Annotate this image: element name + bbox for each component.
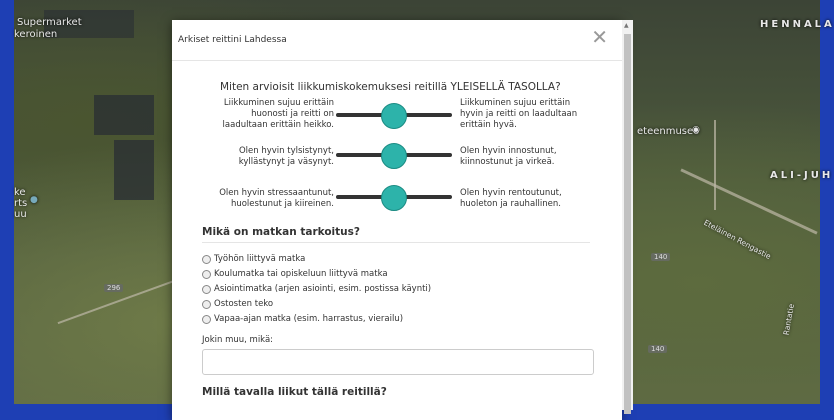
question-mode: Millä tavalla liikut tällä reitillä?	[202, 386, 387, 398]
radio-option[interactable]: Työhön liittyvä matka	[202, 254, 305, 264]
slider-left-label: Olen hyvin tylsistynyt, kyllästynyt ja v…	[238, 146, 334, 167]
question-general-level: Miten arvioisit liikkumiskokemuksesi rei…	[220, 81, 561, 93]
map-label: keroinen	[14, 29, 58, 40]
radio-label: Vapaa-ajan matka (esim. harrastus, viera…	[214, 314, 404, 324]
radio-icon[interactable]	[202, 269, 211, 279]
museum-icon[interactable]: ◉	[692, 125, 700, 135]
building	[94, 95, 154, 135]
map-label: ALI-JUH	[770, 170, 834, 181]
slider-thumb-mood[interactable]	[381, 143, 407, 169]
map-label: rts	[14, 198, 28, 209]
dialog-title: Arkiset reittini Lahdessa	[178, 35, 287, 45]
slider-row-stress: Olen hyvin stressaantunut, huolestunut j…	[210, 185, 590, 228]
other-label: Jokin muu, mikä:	[202, 335, 274, 345]
place-icon[interactable]: ●	[30, 195, 38, 205]
radio-option[interactable]: Koulumatka tai opiskeluun liittyvä matka	[202, 269, 388, 279]
scroll-up-icon[interactable]: ▲	[624, 22, 629, 29]
other-input[interactable]	[202, 349, 594, 375]
dialog-header: Arkiset reittini Lahdessa ✕	[172, 20, 622, 61]
radio-label: Asiointimatka (arjen asiointi, esim. pos…	[214, 284, 432, 294]
slider-left-label: Liikkuminen sujuu erittäin huonosti ja r…	[222, 98, 334, 130]
slider-thumb-quality[interactable]	[381, 103, 407, 129]
radio-option[interactable]: Vapaa-ajan matka (esim. harrastus, viera…	[202, 314, 403, 324]
slider-row-mood: Olen hyvin tylsistynyt, kyllästynyt ja v…	[210, 143, 590, 186]
divider	[202, 242, 590, 243]
road	[714, 120, 716, 210]
question-purpose: Mikä on matkan tarkoitus?	[202, 226, 360, 238]
slider-thumb-stress[interactable]	[381, 185, 407, 211]
radio-label: Ostosten teko	[214, 299, 274, 309]
map-label: Supermarket	[17, 17, 82, 28]
building	[114, 140, 154, 200]
slider-right-label: Olen hyvin rentoutunut, huoleton ja rauh…	[460, 188, 562, 209]
radio-option[interactable]: Ostosten teko	[202, 299, 273, 309]
map-label: eteenmuseo	[637, 126, 700, 137]
slider-left-label: Olen hyvin stressaantunut, huolestunut j…	[219, 188, 334, 209]
radio-label: Koulumatka tai opiskeluun liittyvä matka	[214, 269, 388, 279]
radio-icon[interactable]	[202, 254, 211, 264]
slider-row-quality: Liikkuminen sujuu erittäin huonosti ja r…	[210, 98, 590, 138]
slider-right-label: Olen hyvin innostunut, kiinnostunut ja v…	[460, 146, 557, 167]
road-number: 140	[651, 253, 671, 261]
road-number: 296	[104, 284, 124, 292]
road-number: 140	[648, 345, 668, 353]
map-label: HENNALA	[760, 19, 834, 30]
radio-option[interactable]: Asiointimatka (arjen asiointi, esim. pos…	[202, 284, 431, 294]
radio-label: Työhön liittyvä matka	[214, 254, 306, 264]
slider-right-label: Liikkuminen sujuu erittäin hyvin ja reit…	[460, 98, 578, 130]
radio-icon[interactable]	[202, 299, 211, 309]
close-icon[interactable]: ✕	[591, 27, 608, 47]
radio-icon[interactable]	[202, 284, 211, 294]
radio-icon[interactable]	[202, 314, 211, 324]
map-label: ke	[14, 187, 26, 198]
scrollbar-thumb[interactable]	[624, 34, 631, 414]
map-label: uu	[14, 209, 27, 220]
